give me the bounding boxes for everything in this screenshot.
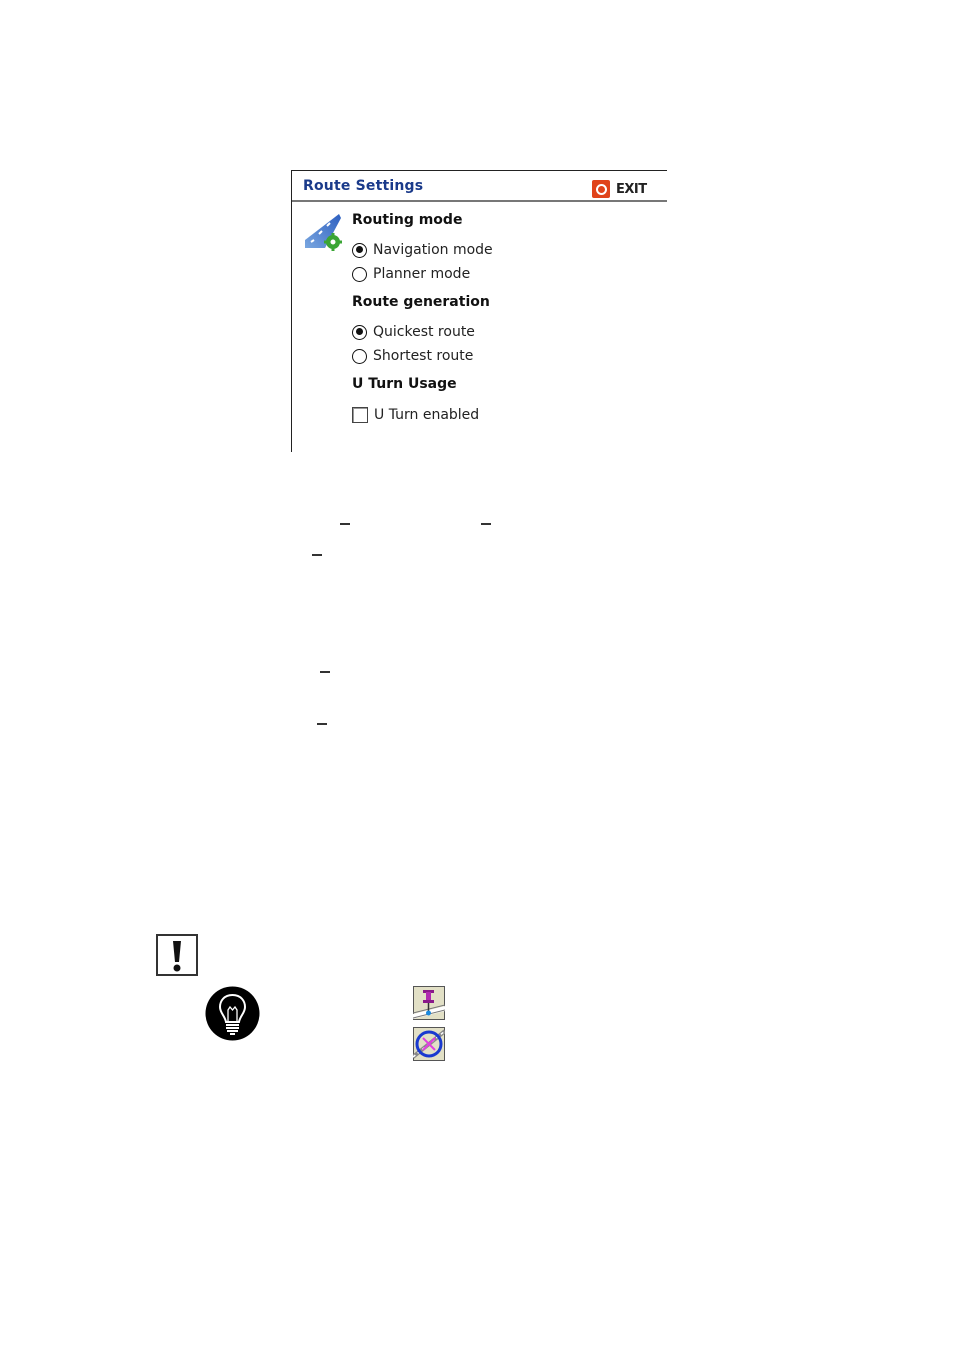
option-label: Quickest route xyxy=(373,324,475,340)
section-title-u-turn-usage: U Turn Usage xyxy=(352,376,457,392)
section-title-routing-mode: Routing mode xyxy=(352,212,463,228)
checkbox-u-turn-enabled[interactable]: U Turn enabled xyxy=(352,405,479,425)
radio-button-checked[interactable] xyxy=(352,242,367,258)
compass-icon[interactable] xyxy=(413,1027,445,1061)
option-label: Planner mode xyxy=(373,266,471,282)
dash-mark xyxy=(317,723,327,725)
radio-shortest-route[interactable]: Shortest route xyxy=(352,346,473,366)
road-gear-icon xyxy=(305,214,342,251)
checkbox[interactable] xyxy=(352,407,368,423)
exit-label: EXIT xyxy=(616,181,647,197)
window-border-left xyxy=(291,170,292,452)
dash-mark xyxy=(312,554,322,556)
exit-button[interactable]: EXIT xyxy=(592,179,647,199)
title-bar: Route Settings EXIT xyxy=(292,171,667,202)
dash-mark xyxy=(481,523,491,525)
radio-planner-mode[interactable]: Planner mode xyxy=(352,264,470,284)
exclamation-icon xyxy=(156,934,198,976)
dash-mark xyxy=(320,671,330,673)
option-label: U Turn enabled xyxy=(374,407,480,423)
lightbulb-icon xyxy=(205,986,260,1041)
route-settings-window: Route Settings EXIT Routing mode Navigat… xyxy=(291,170,667,452)
option-label: Navigation mode xyxy=(373,242,493,258)
title-separator xyxy=(292,200,667,202)
dash-mark xyxy=(340,523,350,525)
radio-navigation-mode[interactable]: Navigation mode xyxy=(352,240,493,260)
option-label: Shortest route xyxy=(373,348,474,364)
window-title: Route Settings xyxy=(303,178,424,194)
radio-button[interactable] xyxy=(352,266,367,282)
exit-icon xyxy=(592,180,610,198)
radio-button[interactable] xyxy=(352,348,367,364)
map-pin-icon[interactable] xyxy=(413,986,445,1020)
radio-button-checked[interactable] xyxy=(352,324,367,340)
radio-quickest-route[interactable]: Quickest route xyxy=(352,322,475,342)
section-title-route-generation: Route generation xyxy=(352,294,490,310)
